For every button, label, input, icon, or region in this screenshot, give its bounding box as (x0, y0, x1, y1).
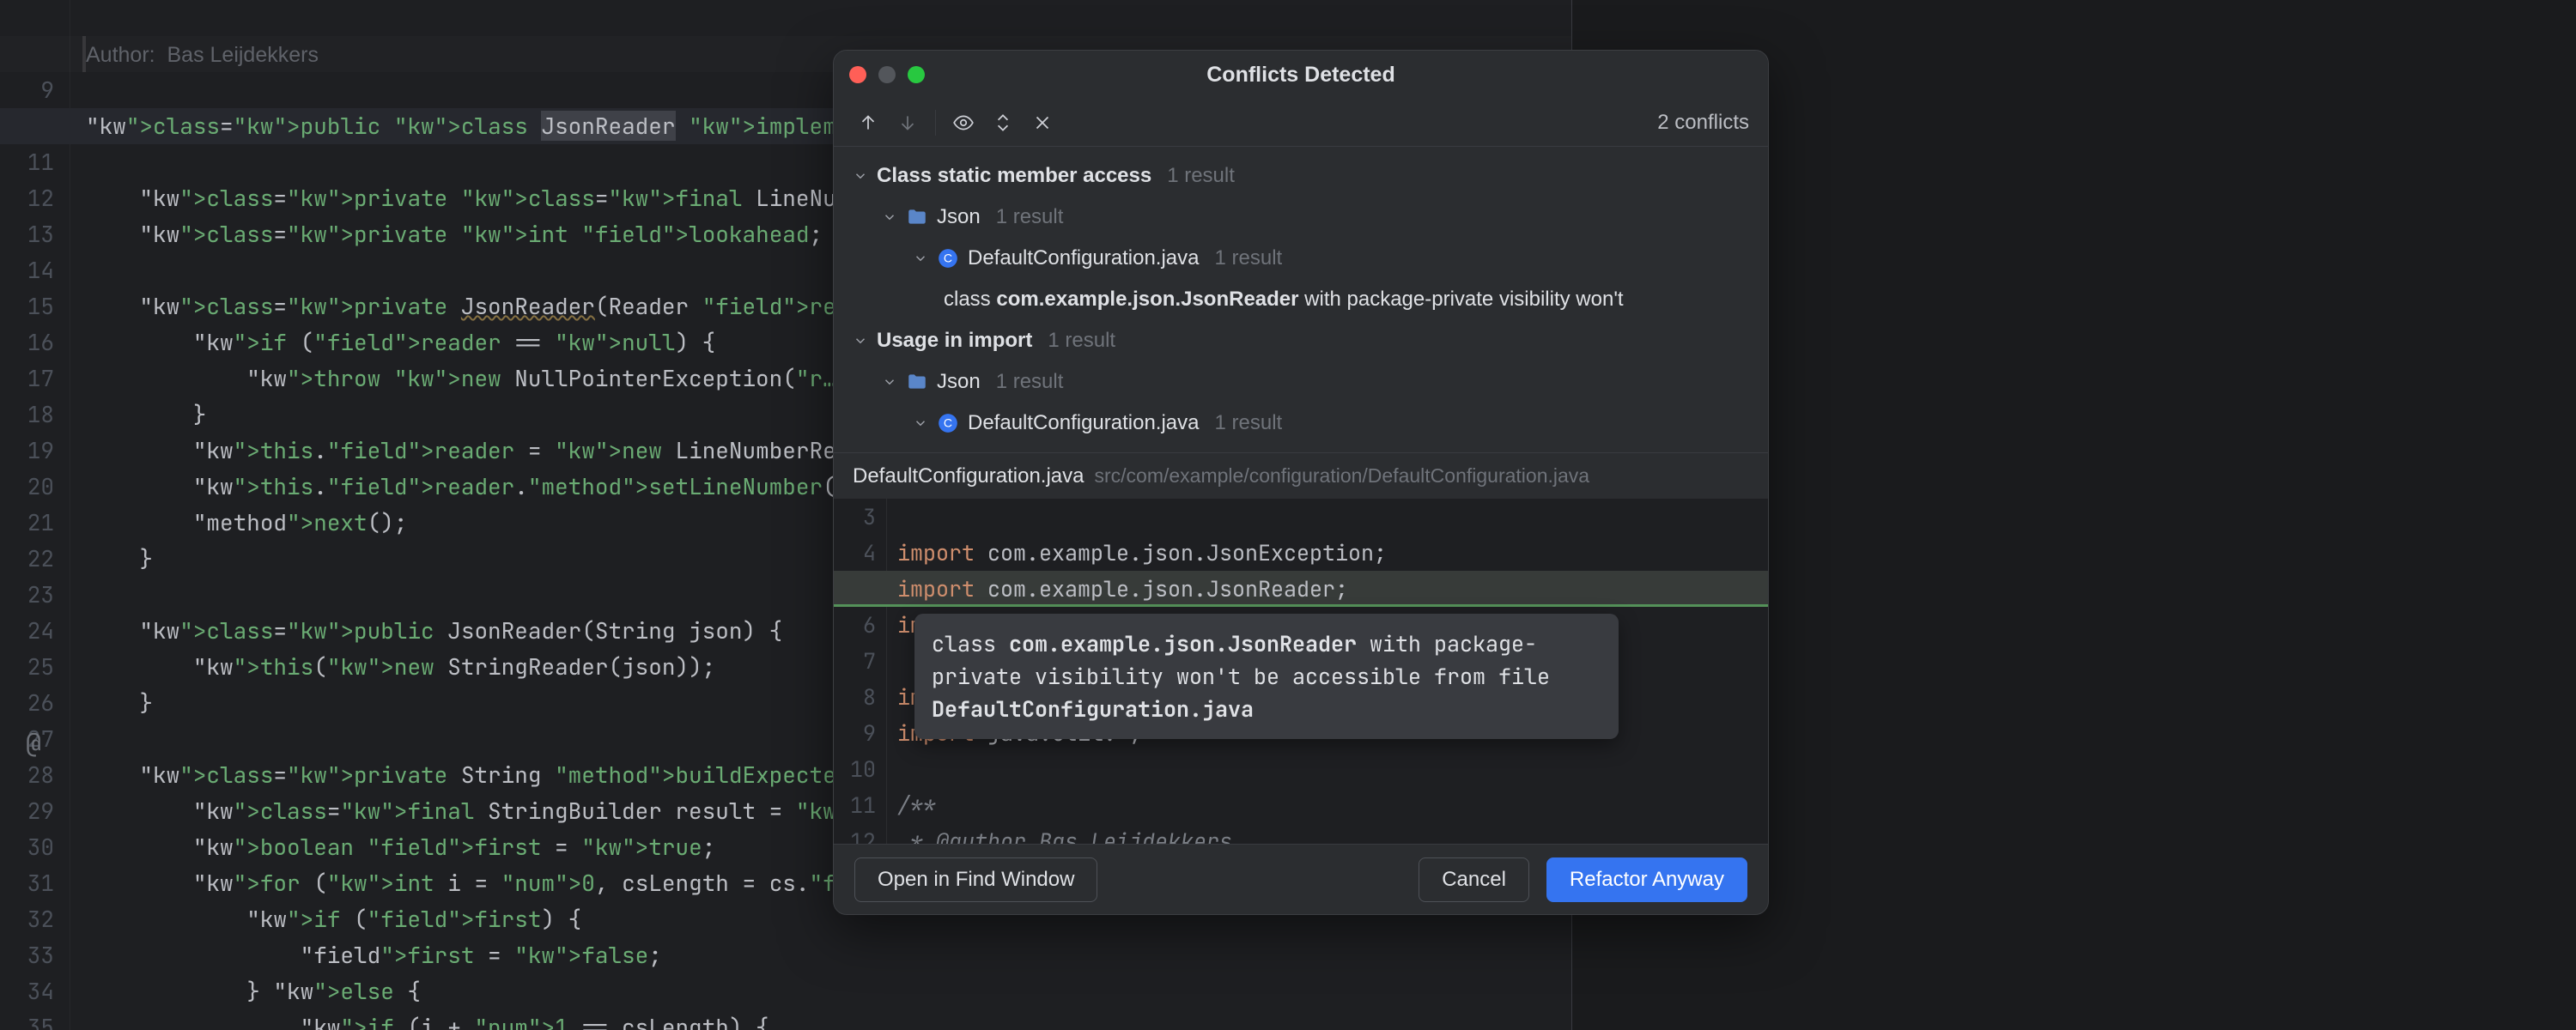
tree-conflict-text: class com.example.json.JsonReader with p… (944, 288, 1624, 312)
conflicts-tree[interactable]: Class static member access 1 result Json… (834, 147, 1768, 452)
preview-file-path: src/com/example/configuration/DefaultCon… (1095, 464, 1590, 488)
preview-code-line (897, 499, 1768, 535)
dialog-toolbar: 2 conflicts (834, 99, 1768, 147)
preview-file-name: DefaultConfiguration.java (853, 464, 1084, 488)
tree-group-static-access[interactable]: Class static member access 1 result (834, 155, 1768, 197)
code-line[interactable]: "kw">if (i + "num">1 == csLength) { (86, 1009, 1571, 1030)
svg-text:C: C (944, 251, 952, 264)
tree-group-count: 1 result (1048, 329, 1115, 353)
refactor-anyway-button[interactable]: Refactor Anyway (1546, 857, 1747, 902)
toolbar-separator (935, 110, 936, 136)
preview-header: DefaultConfiguration.java src/com/exampl… (834, 452, 1768, 499)
conflict-tooltip: class com.example.json.JsonReader with p… (914, 614, 1619, 739)
tree-package-count: 1 result (996, 370, 1064, 394)
tree-package-json[interactable]: Json 1 result (834, 197, 1768, 238)
code-line[interactable]: "field">first = "kw">false; (86, 937, 1571, 973)
tree-package-count: 1 result (996, 205, 1064, 229)
tree-group-label: Class static member access (877, 164, 1151, 187)
chevron-down-icon[interactable] (913, 415, 928, 431)
tree-package-json-2[interactable]: Json 1 result (834, 361, 1768, 403)
java-class-icon: C (937, 412, 959, 434)
dialog-button-bar: Open in Find Window Cancel Refactor Anyw… (834, 844, 1768, 914)
java-class-icon: C (937, 247, 959, 270)
tree-file-count: 1 result (1215, 411, 1283, 435)
chevron-down-icon[interactable] (882, 374, 897, 390)
tree-conflict-leaf[interactable]: class com.example.json.JsonReader with p… (834, 279, 1768, 320)
chevron-down-icon[interactable] (913, 251, 928, 266)
preview-code-line: /** (897, 787, 1768, 823)
tree-package-label: Json (937, 205, 981, 229)
preview-toggle-icon[interactable] (948, 107, 979, 138)
editor-gutter: 9101112131415161718192021222324252627282… (0, 0, 70, 1030)
preview-code-line: import com.example.json.JsonReader; (834, 571, 1768, 607)
preview-gutter: 3456789101112 (834, 499, 887, 844)
preview-code-line (897, 751, 1768, 787)
collapse-all-icon[interactable] (1027, 107, 1058, 138)
chevron-down-icon[interactable] (853, 333, 868, 348)
chevron-down-icon[interactable] (882, 209, 897, 225)
tree-package-label: Json (937, 370, 981, 394)
preview-code-line: import com.example.json.JsonException; (897, 535, 1768, 571)
open-in-find-window-button[interactable]: Open in Find Window (854, 857, 1097, 902)
minimize-window-icon (878, 66, 896, 83)
expand-all-icon[interactable] (987, 107, 1018, 138)
prev-occurrence-icon[interactable] (853, 107, 884, 138)
next-occurrence-icon[interactable] (892, 107, 923, 138)
preview-code[interactable]: 3456789101112 import com.example.json.Js… (834, 499, 1768, 844)
app-root: 9101112131415161718192021222324252627282… (0, 0, 2576, 1030)
tree-group-usage-import[interactable]: Usage in import 1 result (834, 320, 1768, 361)
tree-file-default-config-2[interactable]: C DefaultConfiguration.java 1 result (834, 403, 1768, 444)
zoom-window-icon[interactable] (908, 66, 925, 83)
dialog-titlebar: Conflicts Detected (834, 51, 1768, 99)
tree-group-count: 1 result (1167, 164, 1235, 188)
folder-icon (906, 371, 928, 393)
conflicts-count: 2 conflicts (1657, 111, 1749, 135)
preview-code-line: * @author Bas Leijdekkers (897, 823, 1768, 844)
conflicts-dialog: Conflicts Detected 2 conflicts (833, 50, 1769, 915)
tree-file-label: DefaultConfiguration.java (968, 246, 1200, 270)
tree-group-label: Usage in import (877, 329, 1032, 352)
tree-file-default-config[interactable]: C DefaultConfiguration.java 1 result (834, 238, 1768, 279)
chevron-down-icon[interactable] (853, 168, 868, 184)
svg-text:C: C (944, 415, 952, 429)
dialog-title: Conflicts Detected (834, 63, 1768, 88)
tree-file-label: DefaultConfiguration.java (968, 411, 1200, 435)
traffic-lights (849, 66, 925, 83)
cancel-button[interactable]: Cancel (1419, 857, 1529, 902)
close-window-icon[interactable] (849, 66, 866, 83)
tree-file-count: 1 result (1215, 246, 1283, 270)
code-line[interactable]: } "kw">else { (86, 973, 1571, 1009)
folder-icon (906, 206, 928, 228)
vcs-change-marker-icon[interactable]: @ (26, 724, 41, 760)
